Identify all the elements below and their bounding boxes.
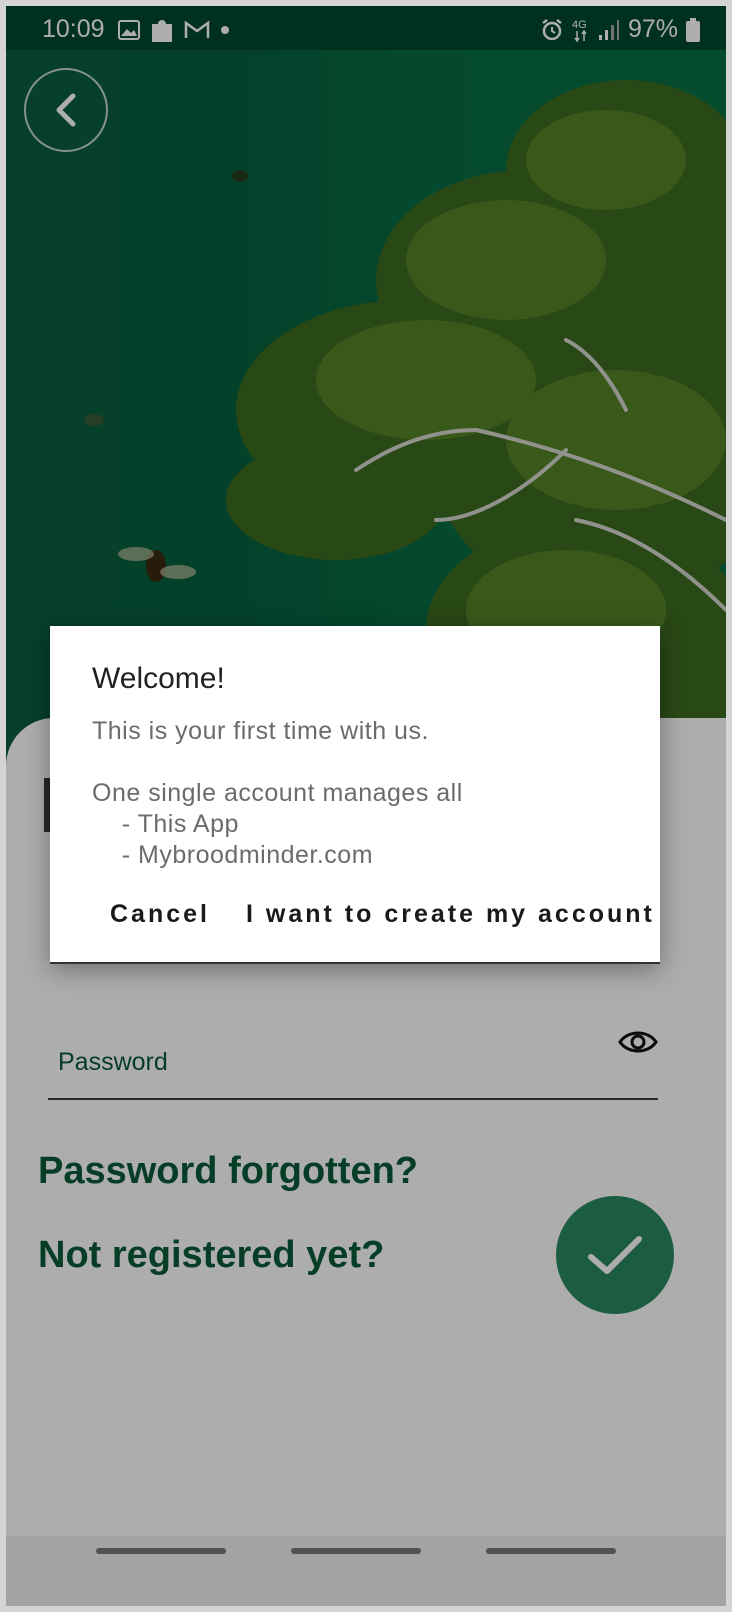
welcome-dialog: Welcome! This is your first time with us… bbox=[50, 626, 660, 964]
create-account-button[interactable]: I want to create my account bbox=[246, 900, 655, 929]
dialog-message: This is your first time with us. One sin… bbox=[92, 717, 463, 869]
dialog-title: Welcome! bbox=[92, 662, 225, 695]
app-screen: 10:09 4G 97% Password Password forgotten… bbox=[6, 6, 726, 1606]
cancel-button[interactable]: Cancel bbox=[110, 900, 210, 929]
